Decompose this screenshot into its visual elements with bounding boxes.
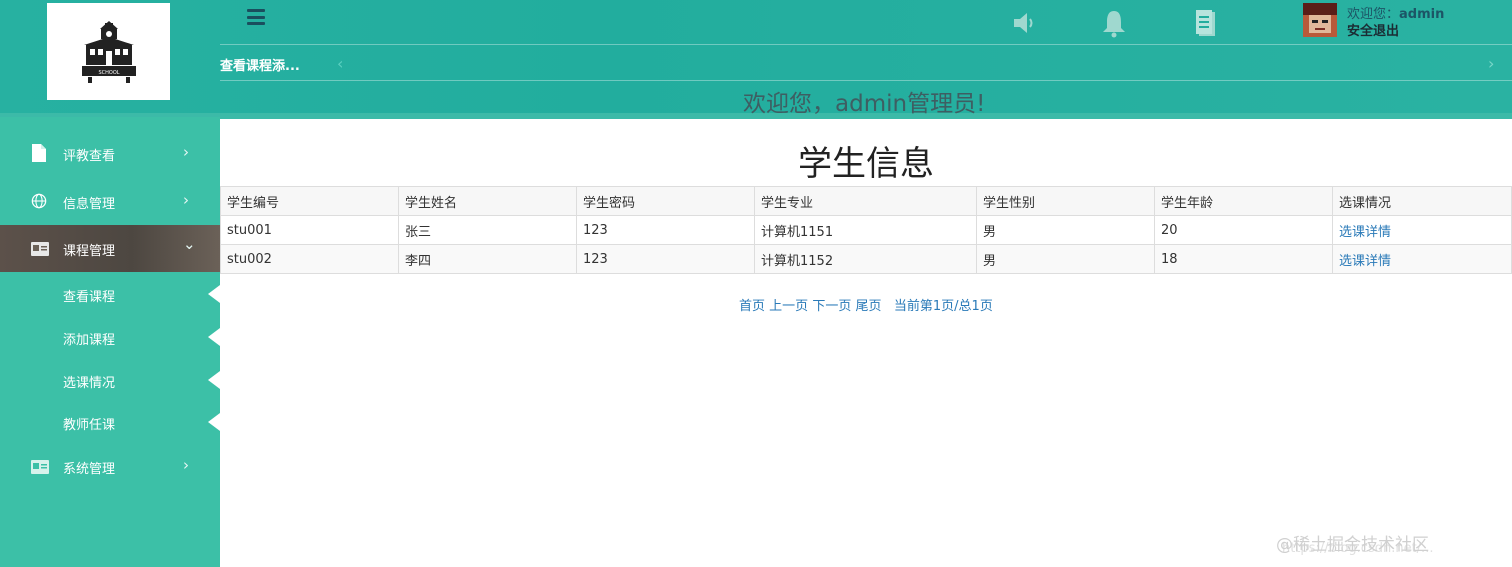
sidebar-item-course[interactable]: 课程管理 ⌄ — [0, 225, 220, 272]
active-indicator — [208, 285, 220, 303]
table-row: stu002 李四 123 计算机1152 男 18 选课详情 — [220, 244, 1512, 274]
cell-major: 计算机1152 — [754, 244, 977, 274]
course-detail-link[interactable]: 选课详情 — [1339, 225, 1391, 240]
chevron-right-icon: › — [183, 143, 189, 161]
cell-id: stu002 — [220, 244, 399, 274]
sidebar-item-label: 信息管理 — [63, 197, 116, 212]
cell-password: 123 — [576, 215, 755, 245]
column-header: 选课情况 — [1332, 186, 1512, 216]
tabs-divider-top — [220, 44, 1512, 45]
speaker-icon[interactable] — [1010, 8, 1038, 38]
logout-link[interactable]: 安全退出 — [1347, 20, 1399, 39]
welcome-banner: 欢迎您，admin管理员! — [743, 91, 986, 117]
cell-detail: 选课详情 — [1332, 215, 1512, 245]
sidebar-subitem-label: 查看课程 — [63, 290, 116, 305]
sidebar-subitem-selection[interactable]: 选课情况 — [0, 359, 220, 401]
page-title: 学生信息 — [798, 144, 934, 184]
course-detail-link[interactable]: 选课详情 — [1339, 254, 1391, 269]
tab-next-arrow[interactable]: › — [1488, 54, 1494, 73]
username: admin — [1399, 7, 1445, 22]
sidebar-subitem-label: 添加课程 — [63, 333, 116, 348]
last-page-link[interactable]: 尾页 — [855, 299, 881, 314]
cell-gender: 男 — [976, 244, 1155, 274]
cell-id: stu001 — [220, 215, 399, 245]
next-page-link[interactable]: 下一页 — [812, 299, 851, 314]
cell-age: 18 — [1154, 244, 1333, 274]
chevron-right-icon: › — [183, 191, 189, 209]
sidebar-item-label: 系统管理 — [63, 462, 116, 477]
id-card-icon — [31, 242, 49, 256]
sidebar-subitem-teacher-course[interactable]: 教师任课 — [0, 401, 220, 443]
tab-view-course[interactable]: 查看课程添... — [220, 55, 300, 74]
student-table: 学生编号 学生姓名 学生密码 学生专业 学生性别 学生年龄 选课情况 stu00… — [220, 186, 1512, 274]
column-header: 学生编号 — [220, 186, 399, 216]
column-header: 学生密码 — [576, 186, 755, 216]
pagination: 首页 上一页 下一页 尾页 当前第1页/总1页 — [739, 295, 993, 314]
cell-age: 20 — [1154, 215, 1333, 245]
active-indicator — [208, 413, 220, 431]
cell-gender: 男 — [976, 215, 1155, 245]
active-indicator — [208, 328, 220, 346]
page-status: 当前第1页/总1页 — [893, 299, 993, 314]
cell-name: 李四 — [398, 244, 577, 274]
avatar-image — [1303, 3, 1337, 37]
school-building-icon: SCHOOL — [81, 20, 136, 83]
column-header: 学生年龄 — [1154, 186, 1333, 216]
cell-name: 张三 — [398, 215, 577, 245]
file-icon — [32, 144, 46, 162]
sidebar-item-label: 课程管理 — [63, 244, 116, 259]
sidebar-subitem-label: 选课情况 — [63, 376, 116, 391]
cell-major: 计算机1151 — [754, 215, 977, 245]
menu-icon[interactable] — [247, 9, 265, 25]
prev-page-link[interactable]: 上一页 — [769, 299, 808, 314]
table-header-row: 学生编号 学生姓名 学生密码 学生专业 学生性别 学生年龄 选课情况 — [220, 186, 1512, 216]
table-row: stu001 张三 123 计算机1151 男 20 选课详情 — [220, 215, 1512, 245]
globe-icon — [31, 193, 47, 209]
bell-icon[interactable] — [1100, 8, 1128, 38]
logo-text: SCHOOL — [98, 70, 119, 76]
cell-detail: 选课详情 — [1332, 244, 1512, 274]
tab-prev-arrow[interactable]: ‹ — [337, 54, 343, 73]
sidebar-subitem-label: 教师任课 — [63, 418, 116, 433]
chevron-right-icon: › — [183, 456, 189, 474]
id-card-icon — [31, 460, 49, 474]
column-header: 学生专业 — [754, 186, 977, 216]
avatar[interactable] — [1303, 3, 1337, 37]
column-header: 学生性别 — [976, 186, 1155, 216]
sidebar-item-system[interactable]: 系统管理 › — [0, 443, 220, 490]
active-indicator — [208, 371, 220, 389]
sidebar-subitem-add-course[interactable]: 添加课程 — [0, 316, 220, 358]
clipboard-icon[interactable] — [1193, 8, 1221, 38]
watermark: @稀土掘金技术社区 — [1276, 535, 1429, 555]
sidebar-item-info[interactable]: 信息管理 › — [0, 178, 220, 225]
column-header: 学生姓名 — [398, 186, 577, 216]
tabs-divider-bottom — [220, 80, 1512, 81]
sidebar-item-label: 评教查看 — [63, 149, 116, 164]
cell-password: 123 — [576, 244, 755, 274]
school-logo[interactable]: SCHOOL — [47, 3, 170, 100]
first-page-link[interactable]: 首页 — [739, 299, 765, 314]
sidebar-subitem-view-course[interactable]: 查看课程 — [0, 273, 220, 315]
chevron-down-icon: ⌄ — [183, 235, 196, 253]
sidebar-item-evaluation[interactable]: 评教查看 › — [0, 130, 220, 177]
